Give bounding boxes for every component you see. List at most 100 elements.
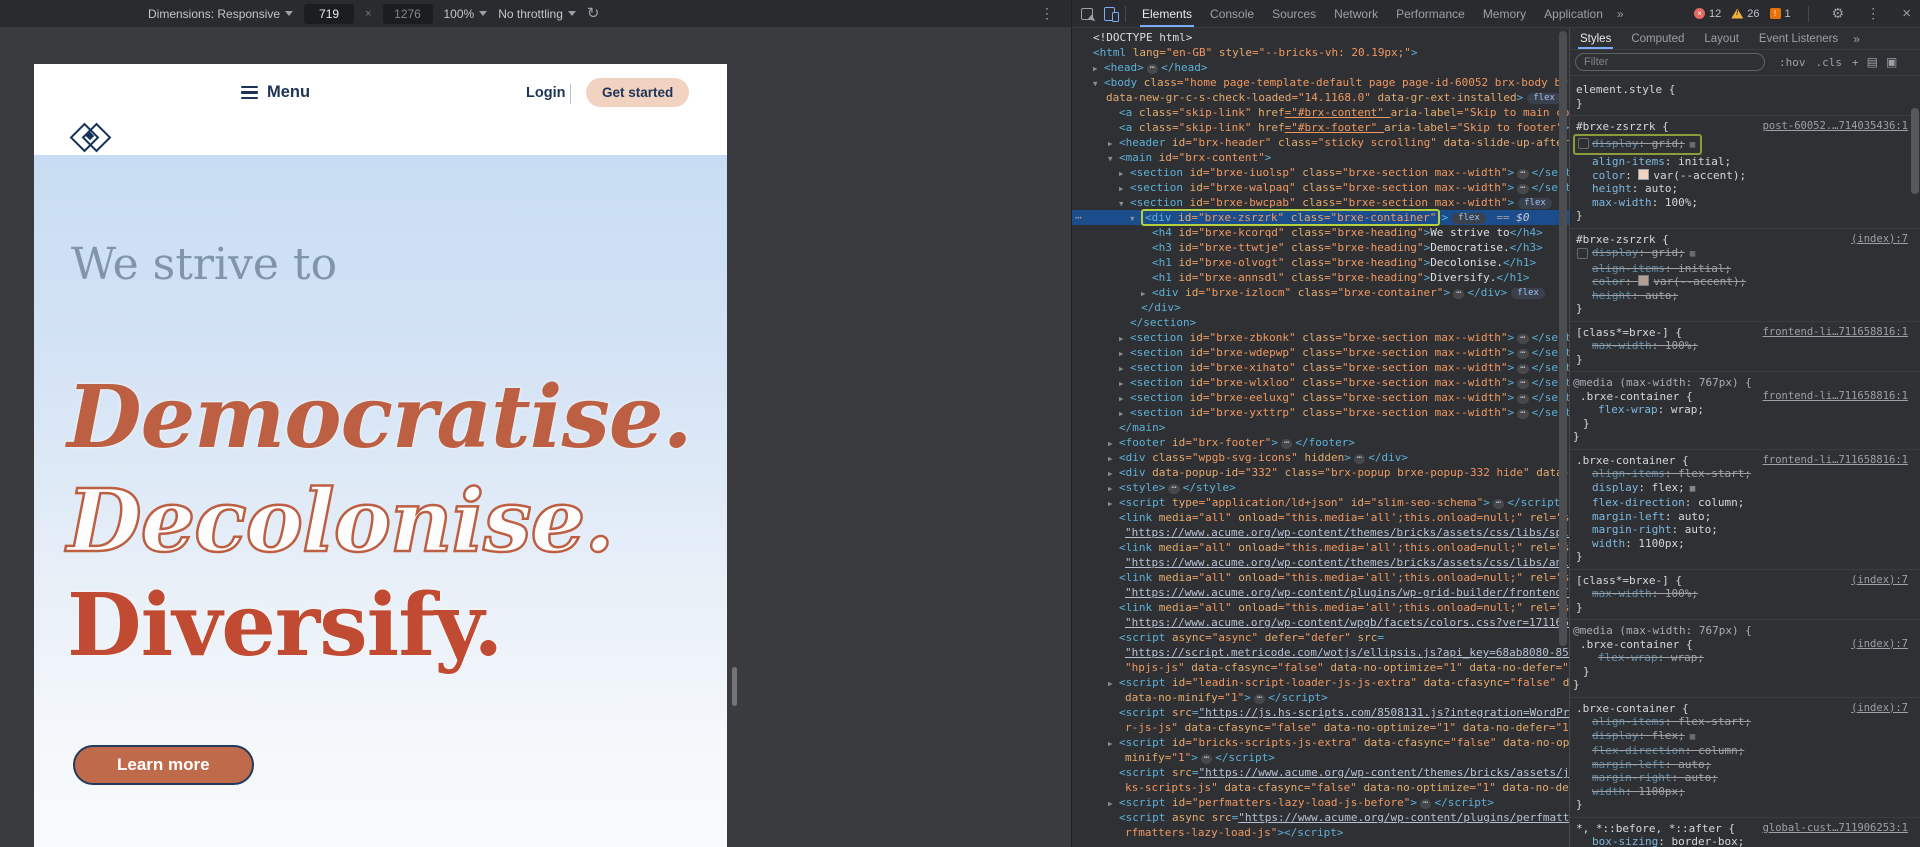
- tree-node[interactable]: ▶ <script id="bricks-scripts-js-extra" da…: [1072, 735, 1569, 750]
- elements-scrollbar-thumb[interactable]: [1559, 31, 1567, 646]
- tree-node[interactable]: "https://www.acume.org/wp-content/plugin…: [1072, 585, 1569, 600]
- css-property[interactable]: box-sizing: border-box;: [1570, 835, 1920, 847]
- stylesheet-source-link[interactable]: frontend-li…711658816:1: [1763, 454, 1908, 468]
- tree-node[interactable]: <script src="https://www.acume.org/wp-co…: [1072, 765, 1569, 780]
- flex-badge[interactable]: flex: [1518, 198, 1552, 209]
- tree-node[interactable]: ▶ <footer id="brx-footer"> ⋯ </footer>: [1072, 435, 1569, 450]
- css-selector[interactable]: [class*=brxe-] {(index):7: [1570, 574, 1920, 588]
- expand-arrow-icon[interactable]: ▶: [1119, 166, 1124, 181]
- expand-arrow-icon[interactable]: ▶: [1108, 796, 1113, 811]
- tree-node[interactable]: ▶ <script type="application/ld+json" id="…: [1072, 495, 1569, 510]
- devtools-tab-elements[interactable]: Elements: [1133, 1, 1201, 27]
- css-property[interactable]: align-items: flex-start;: [1570, 467, 1920, 481]
- tree-node[interactable]: <h1 id="brxe-annsdl" class="brxe-heading…: [1072, 270, 1569, 285]
- throttling-select[interactable]: No throttling: [498, 7, 576, 21]
- tree-node[interactable]: <a class="skip-link" href="#brx-footer" …: [1072, 120, 1569, 135]
- stylesheet-source-link[interactable]: (index):7: [1851, 702, 1908, 716]
- flex-badge[interactable]: flex: [1452, 213, 1486, 224]
- property-checkbox[interactable]: [1577, 248, 1588, 259]
- issues-badge[interactable]: ! 1: [1769, 8, 1791, 20]
- tree-node[interactable]: ▶ <section id="brxe-wdepwp" class="brxe-s…: [1072, 345, 1569, 360]
- stylesheet-source-link[interactable]: post-60052.…714035436:1: [1763, 120, 1908, 134]
- expand-ellipsis-icon[interactable]: ⋯: [1517, 184, 1529, 194]
- tree-node[interactable]: <h1 id="brxe-olvogt" class="brxe-heading…: [1072, 255, 1569, 270]
- tree-node[interactable]: r-js-js" data-cfasync="false" data-no-op…: [1072, 720, 1569, 735]
- tree-node[interactable]: "https://www.acume.org/wp-content/wpgb/f…: [1072, 615, 1569, 630]
- dimensions-select[interactable]: Dimensions: Responsive: [148, 7, 294, 21]
- menu-toggle[interactable]: Menu: [241, 83, 310, 102]
- styles-filter-input[interactable]: [1575, 53, 1765, 71]
- css-selector[interactable]: *, *::before, *::after {global-cust…7119…: [1570, 822, 1920, 836]
- tree-node[interactable]: <script src="https://js.hs-scripts.com/8…: [1072, 705, 1569, 720]
- tree-node[interactable]: ▶ <section id="brxe-wlxloo" class="brxe-s…: [1072, 375, 1569, 390]
- devtools-tab-console[interactable]: Console: [1201, 1, 1263, 27]
- css-property[interactable]: width: 1100px;: [1570, 785, 1920, 799]
- devtools-menu-icon[interactable]: ⋮: [1860, 5, 1886, 22]
- expand-ellipsis-icon[interactable]: ⋯: [1517, 394, 1529, 404]
- css-property[interactable]: color: var(--accent);: [1570, 275, 1920, 289]
- tree-node[interactable]: <h4 id="brxe-kcorqd" class="brxe-heading…: [1072, 225, 1569, 240]
- color-swatch[interactable]: [1638, 168, 1650, 180]
- styles-subtab-layout[interactable]: Layout: [1694, 29, 1749, 49]
- css-property[interactable]: margin-left: auto;: [1570, 758, 1920, 772]
- expand-ellipsis-icon[interactable]: ⋯: [1517, 169, 1529, 179]
- tree-node[interactable]: ▶ <section id="brxe-iuolsp" class="brxe-s…: [1072, 165, 1569, 180]
- expand-arrow-icon[interactable]: ▶: [1108, 496, 1113, 511]
- style-toggle-hov[interactable]: :hov: [1779, 56, 1806, 69]
- device-toolbar-toggle-icon[interactable]: [1104, 6, 1119, 22]
- css-selector[interactable]: #brxe-zsrzrk {(index):7: [1570, 233, 1920, 247]
- flex-badge[interactable]: flex: [1527, 93, 1561, 104]
- tree-node[interactable]: "https://www.acume.org/wp-content/themes…: [1072, 555, 1569, 570]
- css-property[interactable]: margin-left: auto;: [1570, 510, 1920, 524]
- css-selector[interactable]: element.style {: [1570, 83, 1920, 97]
- layout-editor-icon[interactable]: ▦: [1690, 139, 1695, 153]
- tree-node[interactable]: ▼ <section id="brxe-bwcpab" class="brxe-s…: [1072, 195, 1569, 210]
- css-property[interactable]: display: flex; ▦: [1570, 481, 1920, 497]
- css-property[interactable]: flex-direction: column;: [1570, 744, 1920, 758]
- collapse-arrow-icon[interactable]: ▼: [1108, 151, 1113, 166]
- devtools-tab-sources[interactable]: Sources: [1263, 1, 1325, 27]
- viewport-width-input[interactable]: [304, 3, 355, 24]
- expand-arrow-icon[interactable]: ▶: [1119, 361, 1124, 376]
- stylesheet-source-link[interactable]: frontend-li…711658816:1: [1763, 326, 1908, 340]
- stylesheet-source-link[interactable]: (index):7: [1851, 233, 1908, 247]
- css-selector[interactable]: .brxe-container {(index):7: [1570, 638, 1920, 652]
- device-toolbar-menu-icon[interactable]: ⋮: [1040, 5, 1054, 22]
- expand-ellipsis-icon[interactable]: ⋯: [1280, 439, 1293, 449]
- tree-node[interactable]: ▼ <body class="home page-template-default…: [1072, 75, 1569, 90]
- tree-node[interactable]: "https://www.acume.org/wp-content/themes…: [1072, 525, 1569, 540]
- stylesheet-source-link[interactable]: frontend-li…711658816:1: [1763, 390, 1908, 404]
- css-property[interactable]: flex-wrap: wrap;: [1570, 651, 1920, 665]
- css-selector[interactable]: .brxe-container {frontend-li…711658816:1: [1570, 390, 1920, 404]
- tree-node[interactable]: ▶ <section id="brxe-walpaq" class="brxe-s…: [1072, 180, 1569, 195]
- tree-node[interactable]: </main>: [1072, 420, 1569, 435]
- layout-editor-icon[interactable]: ▦: [1690, 731, 1695, 745]
- style-toggle-[interactable]: +: [1852, 56, 1859, 69]
- tree-node[interactable]: <html lang="en-GB" style="--bricks-vh: 2…: [1072, 45, 1569, 60]
- tree-node[interactable]: <link media="all" onload="this.media='al…: [1072, 600, 1569, 615]
- tree-node[interactable]: ▶ <section id="brxe-yxttrp" class="brxe-s…: [1072, 405, 1569, 420]
- styles-subtab-event-listeners[interactable]: Event Listeners: [1749, 29, 1848, 49]
- expand-arrow-icon[interactable]: ▶: [1108, 451, 1113, 466]
- stylesheet-source-link[interactable]: (index):7: [1851, 638, 1908, 652]
- css-property[interactable]: height: auto;: [1570, 289, 1920, 303]
- collapse-arrow-icon[interactable]: ▼: [1119, 196, 1124, 211]
- css-property[interactable]: margin-right: auto;: [1570, 523, 1920, 537]
- expand-ellipsis-icon[interactable]: ⋯: [1420, 799, 1432, 809]
- node-options-icon[interactable]: ⋯: [1075, 210, 1082, 225]
- css-property[interactable]: align-items: initial;: [1570, 155, 1920, 169]
- settings-gear-icon[interactable]: ⚙: [1826, 5, 1851, 22]
- tree-node[interactable]: ▶ <section id="brxe-zbkonk" class="brxe-s…: [1072, 330, 1569, 345]
- site-logo[interactable]: [69, 122, 112, 154]
- css-property[interactable]: max-width: 100%;: [1570, 587, 1920, 601]
- login-link[interactable]: Login: [526, 85, 565, 101]
- expand-arrow-icon[interactable]: ▶: [1119, 331, 1124, 346]
- css-property[interactable]: align-items: flex-start;: [1570, 715, 1920, 729]
- tree-node[interactable]: <a class="skip-link" href="#brx-content"…: [1072, 105, 1569, 120]
- tree-node[interactable]: ks-scripts-js" data-cfasync="false" data…: [1072, 780, 1569, 795]
- tree-node[interactable]: ▶ <head> ⋯ </head>: [1072, 60, 1569, 75]
- tree-node[interactable]: ▶ <script id="leadin-script-loader-js-js-…: [1072, 675, 1569, 690]
- devtools-tab-network[interactable]: Network: [1325, 1, 1387, 27]
- rendering-icon[interactable]: ▤: [1867, 55, 1878, 69]
- tree-node[interactable]: </div>: [1072, 300, 1569, 315]
